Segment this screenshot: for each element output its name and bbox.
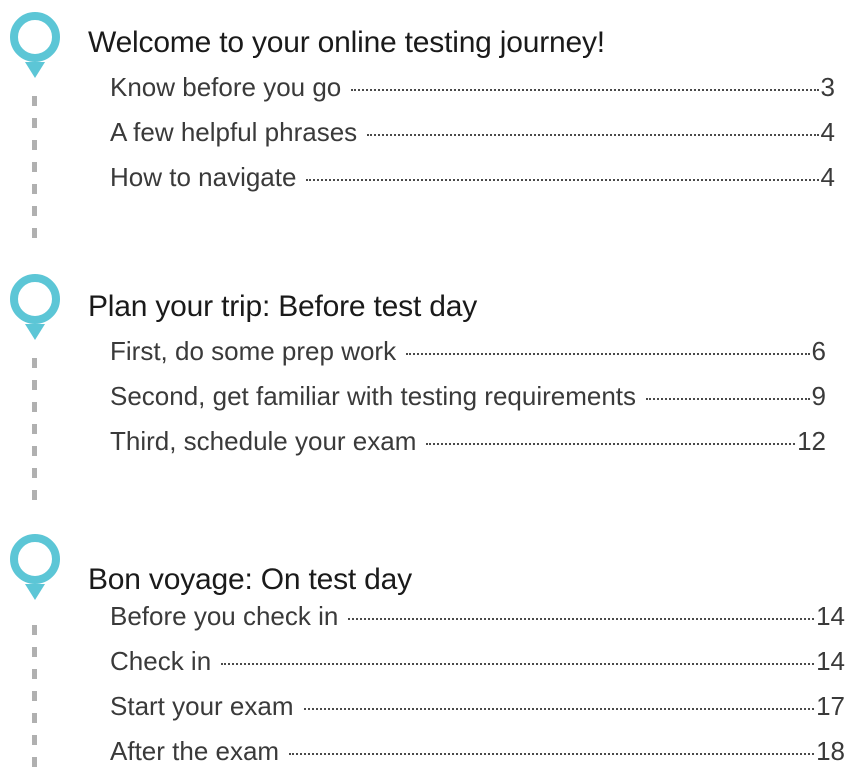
dot-leader (351, 89, 819, 91)
toc-entry-page: 3 (820, 72, 835, 102)
toc-entry[interactable]: Second, get familiar with testing requir… (110, 381, 826, 426)
toc-entry[interactable]: First, do some prep work 6 (110, 336, 826, 381)
toc-entry-label: A few helpful phrases (110, 117, 358, 147)
toc-entries: Before you check in 14 Check in 14 Start… (110, 601, 845, 781)
toc-entry-page: 6 (811, 336, 826, 366)
section-heading: Plan your trip: Before test day (88, 290, 478, 323)
toc-entry-page: 14 (816, 601, 845, 631)
toc-entry[interactable]: A few helpful phrases 4 (110, 117, 835, 162)
toc-entry-page: 18 (816, 736, 845, 766)
dot-leader (348, 618, 815, 620)
toc-entry[interactable]: Know before you go 3 (110, 72, 835, 117)
dot-leader (426, 443, 796, 445)
toc-entry[interactable]: How to navigate 4 (110, 162, 835, 207)
toc-entry-label: After the exam (110, 736, 280, 766)
toc-entry-label: Third, schedule your exam (110, 426, 417, 456)
dot-leader (221, 663, 815, 665)
toc-entry-label: Check in (110, 646, 212, 676)
section-heading: Welcome to your online testing journey! (88, 26, 605, 59)
toc-entry-page: 12 (797, 426, 826, 456)
section-heading: Bon voyage: On test day (88, 563, 412, 596)
dot-leader (303, 708, 815, 710)
toc-entry[interactable]: Start your exam 17 (110, 691, 845, 736)
toc-entry-label: First, do some prep work (110, 336, 397, 366)
toc-entry-page: 4 (820, 162, 835, 192)
toc-entry-label: Start your exam (110, 691, 294, 721)
toc-entry-page: 9 (811, 381, 826, 411)
map-pin-icon (8, 272, 62, 348)
toc-entry-label: Know before you go (110, 72, 342, 102)
dot-leader (306, 179, 819, 181)
toc-entry[interactable]: Before you check in 14 (110, 601, 845, 646)
dot-leader (406, 353, 810, 355)
toc-entry[interactable]: Check in 14 (110, 646, 845, 691)
dot-leader (646, 398, 810, 400)
dot-leader (289, 753, 815, 755)
toc-entry-label: How to navigate (110, 162, 297, 192)
toc-entry-label: Before you check in (110, 601, 339, 631)
dot-leader (367, 134, 819, 136)
toc-entry-page: 14 (816, 646, 845, 676)
toc-entry[interactable]: Third, schedule your exam 12 (110, 426, 826, 471)
toc-entries: Know before you go 3 A few helpful phras… (110, 72, 835, 207)
toc-entry-page: 4 (820, 117, 835, 147)
map-pin-icon (8, 10, 62, 86)
toc-entry[interactable]: After the exam 18 (110, 736, 845, 781)
map-pin-icon (8, 532, 62, 608)
toc-entry-page: 17 (816, 691, 845, 721)
toc-entry-label: Second, get familiar with testing requir… (110, 381, 637, 411)
toc-entries: First, do some prep work 6 Second, get f… (110, 336, 826, 471)
